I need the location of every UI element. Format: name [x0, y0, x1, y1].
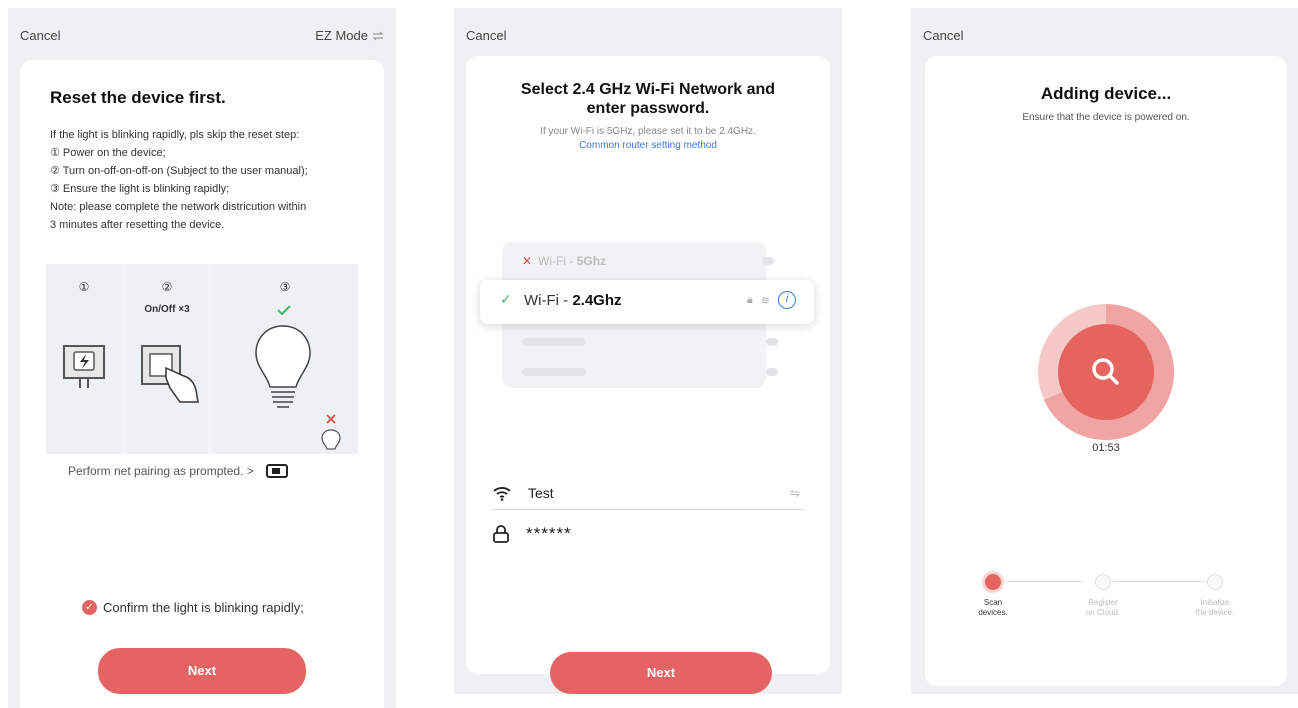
wifi-5ghz-prefix: Wi-Fi -: [538, 254, 577, 268]
subtitle: If your Wi-Fi is 5GHz, please set it to …: [540, 126, 756, 137]
next-button[interactable]: Next: [98, 648, 306, 694]
check-icon: [277, 305, 291, 316]
step-label-initialize: Initialize the device.: [1185, 598, 1245, 618]
wifi-2-4ghz-row: ✓ Wi-Fi - 2.4Ghz 🔒︎ ≋ i: [480, 280, 814, 324]
switch-network-icon[interactable]: ⇋: [790, 486, 800, 500]
step-panel-light: ③: [212, 264, 358, 454]
step-label-line: Scan: [983, 598, 1003, 607]
cloud-step-icon: [1095, 574, 1111, 590]
title-line: enter password.: [586, 100, 710, 117]
instruction-line: ① Power on the device;: [50, 147, 166, 159]
info-icon: i: [778, 291, 796, 309]
wifi-2-4ghz-band: 2.4Ghz: [572, 292, 622, 309]
initialize-step-icon: [1207, 574, 1223, 590]
placeholder-line: [762, 257, 774, 265]
wifi-2-4ghz-label: Wi-Fi - 2.4Ghz: [524, 292, 622, 309]
step-label-line: Register: [1088, 598, 1118, 607]
step-panel-switch: ② On/Off ×3: [126, 264, 208, 454]
placeholder-line: [522, 338, 586, 346]
step-connector: [993, 581, 1083, 582]
subtitle: Ensure that the device is powered on.: [1022, 112, 1190, 123]
cancel-button[interactable]: Cancel: [466, 28, 506, 43]
content-card: Adding device... Ensure that the device …: [925, 56, 1287, 686]
lock-icon: [493, 525, 509, 543]
wifi-signal-icon: ≋: [760, 294, 770, 307]
light-switch-icon: [141, 345, 199, 403]
wifi-2-4ghz-prefix: Wi-Fi -: [524, 292, 573, 309]
password-field[interactable]: ******: [492, 518, 804, 550]
net-pairing-link[interactable]: Perform net pairing as prompted. >: [68, 464, 288, 478]
switch-arrows-icon: [372, 31, 384, 40]
title-line: Select 2.4 GHz Wi-Fi Network and: [520, 81, 776, 98]
cancel-button[interactable]: Cancel: [20, 28, 60, 43]
step-label-line: the device.: [1195, 608, 1235, 617]
step-panel-power: ①: [46, 264, 122, 454]
placeholder-line: [522, 368, 586, 376]
step-number: ②: [161, 280, 173, 294]
reset-device-screen: Cancel EZ Mode Reset the device first. I…: [8, 8, 396, 708]
page-title: Select 2.4 GHz Wi-Fi Network and enter p…: [466, 80, 830, 118]
instruction-line: ② Turn on-off-on-off-on (Subject to the …: [50, 165, 308, 177]
adding-device-screen: Cancel Adding device... Ensure that the …: [911, 8, 1298, 694]
light-bulb-icon: [255, 325, 311, 408]
check-icon: ✓: [500, 291, 512, 307]
wifi-5ghz-band: 5Ghz: [576, 254, 607, 268]
placeholder-line: [766, 368, 778, 376]
net-pairing-label: Perform net pairing as prompted. >: [68, 464, 254, 478]
wifi-5ghz-row: ✕ Wi-Fi - 5Ghz: [522, 254, 606, 268]
scanning-progress-icon: [1038, 304, 1174, 440]
step-label-line: devices.: [978, 608, 1008, 617]
ez-mode-switch[interactable]: EZ Mode: [315, 28, 384, 43]
step-number: ①: [78, 280, 90, 294]
top-bar: Cancel: [923, 28, 1287, 48]
top-bar: Cancel: [466, 28, 830, 48]
step-number: ③: [279, 280, 291, 294]
lock-icon: 🔒︎: [746, 293, 753, 306]
step-connector: [1113, 581, 1205, 582]
page-title: Reset the device first.: [50, 88, 226, 107]
x-mark-icon: [326, 414, 336, 424]
page-title: Adding device...: [1040, 84, 1172, 103]
select-wifi-screen: Cancel Select 2.4 GHz Wi-Fi Network and …: [454, 8, 842, 694]
ez-mode-label: EZ Mode: [315, 28, 368, 43]
placeholder-line: [766, 338, 778, 346]
instruction-line: If the light is blinking rapidly, pls sk…: [50, 129, 300, 141]
scan-step-icon: [985, 574, 1001, 590]
checkbox-checked-icon: ✓: [82, 600, 97, 615]
instruction-line: ③ Ensure the light is blinking rapidly;: [50, 183, 230, 195]
video-icon[interactable]: [265, 464, 288, 478]
confirm-label: Confirm the light is blinking rapidly;: [103, 600, 304, 615]
content-card: Select 2.4 GHz Wi-Fi Network and enter p…: [466, 56, 830, 694]
wifi-name-value: Test: [528, 484, 554, 501]
confirm-checkbox[interactable]: ✓ Confirm the light is blinking rapidly;: [82, 600, 304, 615]
step-label-register: Register on Cloud.: [1073, 598, 1133, 618]
instruction-line: 3 minutes after resetting the device.: [50, 219, 225, 231]
cancel-button[interactable]: Cancel: [923, 28, 963, 43]
progress-steps: Scan devices. Register on Cloud. Initial…: [971, 574, 1234, 634]
router-setting-link[interactable]: Common router setting method: [466, 140, 830, 151]
step-label-line: on Cloud.: [1085, 608, 1121, 617]
next-button[interactable]: Next: [550, 652, 772, 694]
timer-readout: 01:53: [1092, 442, 1120, 454]
password-value: ******: [526, 524, 572, 543]
top-bar: Cancel EZ Mode: [20, 28, 384, 48]
x-mark-icon: ✕: [522, 254, 533, 268]
small-bulb-icon: [321, 429, 341, 450]
step-note: On/Off ×3: [144, 304, 190, 315]
step-label-scan: Scan devices.: [963, 598, 1023, 618]
power-plug-icon: [63, 345, 105, 388]
wifi-status-icons: 🔒︎ ≋ i: [747, 291, 796, 309]
wifi-name-field[interactable]: Test ⇋: [492, 476, 804, 510]
reset-illustration: ① ② On/Off ×3 ③: [46, 264, 358, 454]
instructions: If the light is blinking rapidly, pls sk…: [50, 126, 370, 234]
instruction-line: Note: please complete the network distri…: [50, 201, 307, 213]
step-label-line: Initialize: [1200, 598, 1230, 607]
content-card: Reset the device first. If the light is …: [20, 60, 384, 708]
wifi-icon: [493, 486, 511, 501]
